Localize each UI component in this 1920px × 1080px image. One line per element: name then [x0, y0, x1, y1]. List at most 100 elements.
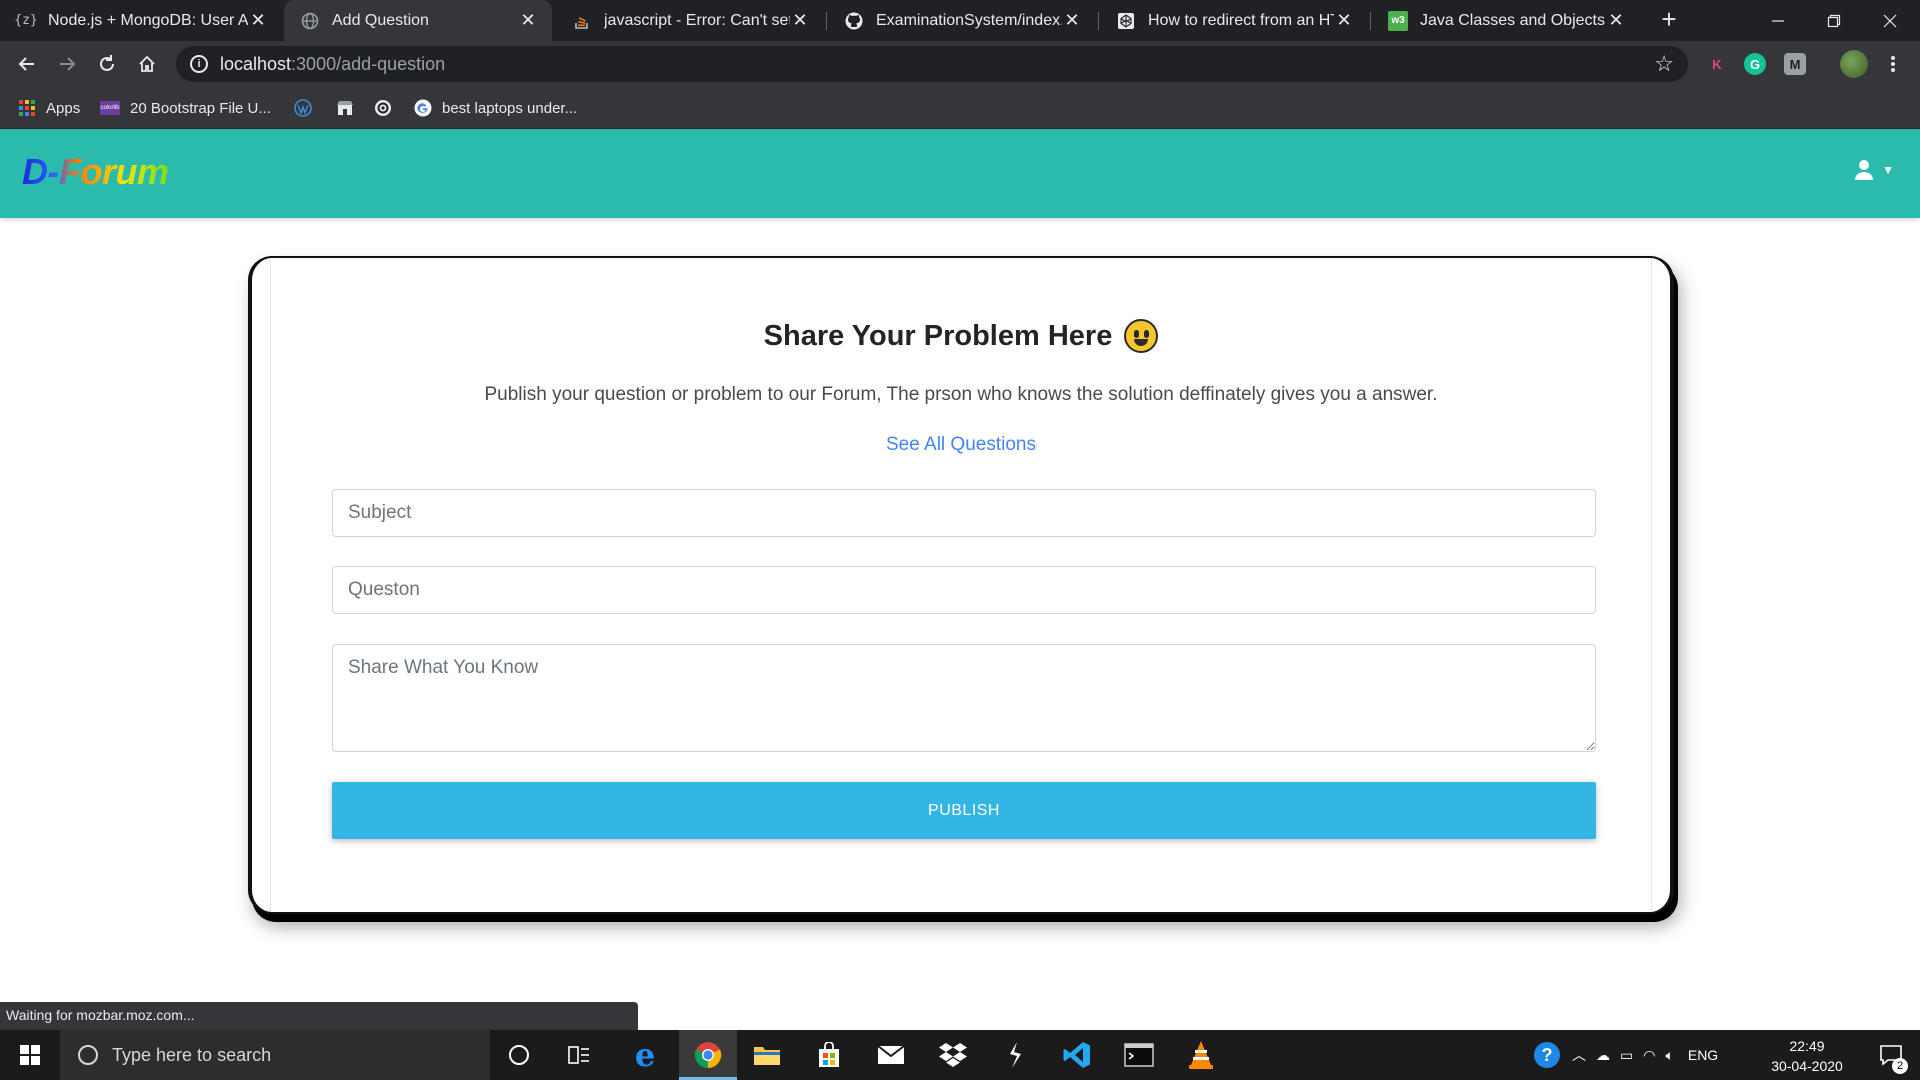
colorlib-icon: colorlib: [100, 101, 120, 115]
web-page: D-Forum ▼ Share Your Problem Here Publis…: [0, 129, 1920, 1030]
user-menu-dropdown[interactable]: ▼: [1854, 159, 1894, 181]
circle-logo-icon: [374, 99, 392, 117]
cortana-icon[interactable]: [494, 1030, 544, 1080]
publish-button[interactable]: PUBLISH: [332, 782, 1596, 839]
question-input[interactable]: [332, 566, 1596, 614]
tab-redirect-html[interactable]: How to redirect from an HTM ✕: [1100, 0, 1368, 41]
subject-input[interactable]: [332, 489, 1596, 537]
browser-tab-strip: {z} Node.js + MongoDB: User Au ✕ Add Que…: [0, 0, 1920, 41]
see-all-questions-link[interactable]: See All Questions: [252, 434, 1670, 456]
task-view-icon[interactable]: [554, 1030, 604, 1080]
bookmark-apps[interactable]: Apps: [18, 97, 80, 119]
tab-add-question[interactable]: Add Question ✕: [284, 0, 552, 41]
bookmark-label: Apps: [46, 99, 81, 117]
code-braces-icon: {z}: [14, 13, 38, 28]
reload-button[interactable]: [92, 49, 122, 79]
new-tab-button[interactable]: +: [1656, 6, 1682, 33]
dropbox-icon[interactable]: [928, 1030, 978, 1080]
terminal-icon[interactable]: [1114, 1030, 1164, 1080]
language-indicator[interactable]: ENG: [1688, 1047, 1718, 1063]
forward-button[interactable]: [52, 49, 82, 79]
store-icon: [336, 99, 354, 117]
bookmark-star-icon[interactable]: ☆: [1654, 51, 1674, 77]
file-explorer-icon[interactable]: [742, 1030, 792, 1080]
tab-title: Add Question: [332, 11, 429, 29]
minimize-button[interactable]: [1750, 0, 1806, 41]
form-title: Share Your Problem Here: [763, 319, 1113, 352]
bookmark-wordpress[interactable]: [294, 97, 322, 119]
tab-title: ExaminationSystem/index.js: [876, 11, 1062, 29]
address-bar[interactable]: i localhost:3000/add-question ☆: [176, 46, 1688, 82]
chrome-menu-button[interactable]: [1878, 49, 1908, 79]
tab-javascript-error[interactable]: javascript - Error: Can't set he ✕: [556, 0, 824, 41]
mail-icon[interactable]: [866, 1030, 916, 1080]
close-icon[interactable]: ✕: [790, 10, 810, 31]
bookmarks-bar: Apps colorlib 20 Bootstrap File U... bes…: [0, 87, 1920, 129]
stackoverflow-icon: [572, 11, 592, 31]
bookmark-label: best laptops under...: [442, 99, 578, 117]
bookmark-store[interactable]: [336, 97, 364, 119]
close-icon[interactable]: ✕: [1334, 10, 1354, 31]
codepen-icon: [1116, 11, 1136, 31]
close-window-button[interactable]: [1862, 0, 1918, 41]
windows-taskbar: Type here to search e ? ︿ ☁ ▭ ◠ 🔈︎ ENG 2…: [0, 1030, 1920, 1080]
tab-title: Node.js + MongoDB: User Au: [48, 11, 248, 29]
windows-start-button[interactable]: [0, 1030, 60, 1080]
tab-java-classes[interactable]: w3 Java Classes and Objects ✕: [1372, 0, 1640, 41]
bookmark-circle-site[interactable]: [374, 97, 402, 119]
moz-extension-icon[interactable]: M: [1784, 53, 1806, 75]
form-heading: Share Your Problem Here: [252, 319, 1670, 353]
bookmark-best-laptops[interactable]: best laptops under...: [414, 97, 577, 119]
edge-icon[interactable]: e: [620, 1030, 670, 1080]
close-icon[interactable]: ✕: [248, 10, 268, 31]
close-icon[interactable]: ✕: [518, 10, 538, 31]
answer-textarea[interactable]: [332, 644, 1596, 752]
sublime-icon[interactable]: [990, 1030, 1040, 1080]
url-host: localhost: [220, 53, 292, 74]
browser-status-bar: Waiting for mozbar.moz.com...: [0, 1002, 638, 1030]
close-icon[interactable]: ✕: [1606, 10, 1626, 31]
tab-title: javascript - Error: Can't set he: [604, 11, 790, 29]
store-icon[interactable]: [804, 1030, 854, 1080]
site-brand-logo[interactable]: D-Forum: [22, 151, 169, 193]
tab-title: How to redirect from an HTM: [1148, 11, 1334, 29]
github-icon: [844, 11, 864, 31]
chevron-down-icon: ▼: [1882, 163, 1894, 177]
volume-icon[interactable]: 🔈︎: [1665, 1047, 1673, 1064]
profile-avatar[interactable]: [1840, 50, 1868, 78]
help-icon[interactable]: ?: [1534, 1042, 1560, 1068]
back-button[interactable]: [12, 49, 42, 79]
taskbar-search-box[interactable]: Type here to search: [60, 1030, 490, 1080]
question-form-card: Share Your Problem Here Publish your que…: [248, 256, 1674, 914]
user-icon: [1855, 160, 1874, 180]
onedrive-icon[interactable]: ☁: [1596, 1047, 1610, 1064]
clock-date: 30-04-2020: [1771, 1058, 1843, 1074]
wifi-icon[interactable]: ◠: [1643, 1047, 1655, 1064]
vscode-icon[interactable]: [1052, 1030, 1102, 1080]
close-icon[interactable]: ✕: [1062, 10, 1082, 31]
chevron-up-icon[interactable]: ︿: [1572, 1045, 1586, 1065]
wordpress-icon: [294, 99, 312, 117]
notification-center-button[interactable]: 2: [1866, 1030, 1916, 1080]
url-text: localhost:3000/add-question: [220, 54, 445, 75]
restore-button[interactable]: [1806, 0, 1862, 41]
taskbar-clock[interactable]: 22:49 30-04-2020: [1762, 1036, 1852, 1076]
tab-separator: [1098, 12, 1099, 30]
site-info-icon[interactable]: i: [190, 55, 208, 73]
chrome-icon[interactable]: [683, 1030, 733, 1080]
site-navbar: D-Forum ▼: [0, 129, 1920, 218]
bookmark-bootstrap-file-upload[interactable]: colorlib 20 Bootstrap File U...: [100, 97, 271, 119]
tab-title: Java Classes and Objects: [1420, 11, 1605, 29]
vlc-icon[interactable]: [1176, 1030, 1226, 1080]
apps-grid-icon: [18, 99, 36, 117]
grammarly-extension-icon[interactable]: G: [1744, 53, 1766, 75]
battery-icon[interactable]: ▭: [1620, 1047, 1633, 1064]
system-tray: ? ︿ ☁ ▭ ◠ 🔈︎ ENG: [1534, 1030, 1718, 1080]
google-icon: [414, 99, 432, 117]
clock-time: 22:49: [1789, 1038, 1825, 1054]
keyword-extension-icon[interactable]: K: [1706, 53, 1728, 75]
home-button[interactable]: [132, 49, 162, 79]
tab-nodejs-mongodb[interactable]: {z} Node.js + MongoDB: User Au ✕: [0, 0, 282, 41]
card-divider-right: [1651, 258, 1652, 912]
tab-examination-system[interactable]: ExaminationSystem/index.js ✕: [828, 0, 1096, 41]
